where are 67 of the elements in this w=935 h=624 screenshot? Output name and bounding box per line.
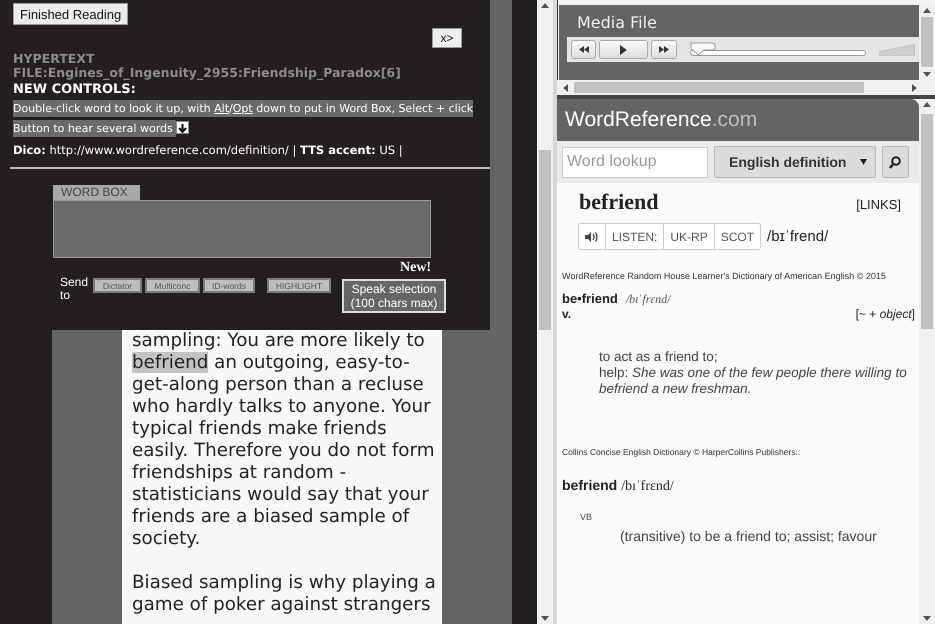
- listen-label: LISTEN:: [606, 224, 664, 249]
- seek-slider[interactable]: [690, 42, 866, 58]
- speaker-icon: [585, 232, 599, 242]
- pronunciation: /bɪˈfrend/: [767, 228, 828, 245]
- scrollbar-thumb[interactable]: [921, 114, 933, 329]
- media-title: Media File: [577, 13, 658, 32]
- highlight-button[interactable]: HIGHLIGHT: [267, 278, 331, 293]
- play-button[interactable]: [599, 40, 648, 59]
- accent-button[interactable]: SCOT: [714, 224, 760, 249]
- send-button[interactable]: ID-words: [203, 278, 255, 293]
- scroll-down-icon[interactable]: [923, 616, 931, 621]
- send-button[interactable]: Multiconc: [145, 278, 200, 293]
- part-of-speech: VB: [580, 512, 594, 522]
- entry-headword: be•friend: [562, 291, 618, 306]
- instructions-text: Double-click word to look it up, with Alt/Opt down to put in Word Box, Select + click Button to hear several words: [13, 99, 474, 139]
- accent-button[interactable]: UK-RP: [664, 224, 715, 249]
- scroll-right-icon[interactable]: [912, 84, 917, 92]
- key-link[interactable]: Alt: [214, 100, 230, 117]
- part-of-speech: v.: [562, 307, 572, 321]
- grammar-note: [~ + object]: [856, 307, 915, 321]
- scrollbar-thumb[interactable]: [539, 150, 551, 330]
- settings-line: Dico: http://www.wordreference.com/definition/ | TTS accent: US |: [13, 143, 403, 157]
- speak-selection-button[interactable]: Speak selection (100 chars max): [342, 279, 446, 313]
- dictionary-dropdown[interactable]: English definition: [714, 146, 876, 178]
- scroll-down-icon[interactable]: [923, 72, 931, 77]
- seek-thumb[interactable]: [690, 42, 716, 56]
- controls-heading: NEW CONTROLS:: [13, 82, 136, 97]
- scroll-down-icon[interactable]: [541, 616, 549, 621]
- file-heading: HYPERTEXT FILE:Engines_of_Ingenuity_2955:Friendship_Paradox[6]: [13, 52, 402, 80]
- rewind-button[interactable]: [571, 40, 596, 59]
- article-paragraph: Biased sampling is why playing a game of poker against strangers: [132, 572, 436, 616]
- caret-icon: [860, 159, 867, 165]
- links-link[interactable]: [LINKS]: [856, 197, 901, 212]
- word-box-label: WORD BOX: [53, 185, 140, 200]
- send-label: Send to: [60, 276, 90, 302]
- definition-text: (transitive) to be a friend to; assist; favour: [620, 528, 878, 544]
- new-label: New!: [400, 260, 432, 276]
- fast-forward-button[interactable]: [651, 40, 677, 59]
- headword: befriend: [579, 189, 658, 215]
- entry-headword: befriend: [562, 477, 618, 493]
- search-button[interactable]: [882, 146, 909, 178]
- site-logo[interactable]: WordReference.com: [565, 108, 758, 132]
- word-lookup-field[interactable]: Word lookup: [562, 146, 708, 178]
- scrollbar-thumb[interactable]: [921, 17, 933, 67]
- scroll-up-icon[interactable]: [923, 8, 931, 13]
- scroll-left-icon[interactable]: [563, 84, 568, 92]
- play-icon: [620, 44, 628, 54]
- rewind-icon: [578, 46, 589, 53]
- scroll-up-icon[interactable]: [541, 3, 549, 8]
- definition-text: to act as a friend to;: [599, 349, 719, 365]
- entry-pronunciation: /bɪˈfrɛnd/: [621, 479, 674, 495]
- search-icon: [889, 156, 902, 168]
- key-link[interactable]: Opt: [232, 100, 253, 117]
- collapse-button[interactable]: x>: [432, 28, 462, 48]
- send-button[interactable]: Dictator: [93, 278, 142, 293]
- fast-forward-icon: [659, 46, 670, 53]
- volume-slider[interactable]: [879, 42, 916, 56]
- scroll-up-icon[interactable]: [923, 102, 931, 107]
- dictionary-source: Collins Concise English Dictionary © HarperCollins Publishers::: [562, 447, 802, 457]
- entry-pronunciation: /bɪˈfrɛnd/: [626, 292, 670, 307]
- definition-text: help: She was one of the few people there willing to befriend a new freshman.: [599, 365, 908, 397]
- down-arrow-button[interactable]: [176, 121, 190, 134]
- article-paragraph: sampling: You are more likely to befriend an outgoing, easy-to-get-along person than a recluse who hardly talks to anyone. Your typical friends make friends easily. Therefore you do not form friendships at random - statisticians would say that your friends are a biased sample of society.: [132, 330, 436, 550]
- word-box-field[interactable]: [53, 200, 431, 258]
- scrollbar-thumb[interactable]: [574, 82, 864, 93]
- finished-reading-button[interactable]: Finished Reading: [13, 3, 128, 25]
- dictionary-source: WordReference Random House Learner's Dictionary of American English © 2015: [562, 270, 887, 283]
